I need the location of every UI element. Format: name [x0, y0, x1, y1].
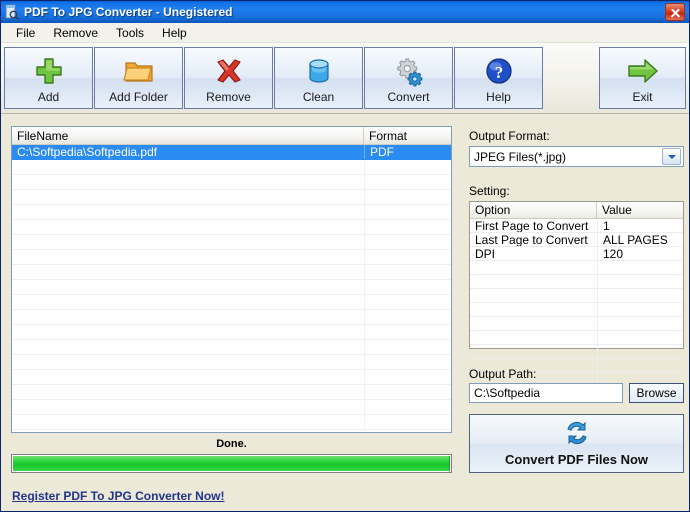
toolbar-button-label: Convert [387, 90, 429, 104]
green-plus-icon [33, 54, 65, 88]
toolbar-button-remove[interactable]: Remove [184, 47, 273, 109]
table-row-empty[interactable] [12, 340, 451, 355]
table-row-empty[interactable] [12, 280, 451, 295]
setting-option-cell: DPI [470, 247, 597, 260]
progress-bar-fill [13, 456, 450, 471]
orange-folder-icon [123, 54, 155, 88]
browse-button[interactable]: Browse [629, 383, 684, 403]
table-row-empty[interactable] [12, 295, 451, 310]
output-path-label: Output Path: [469, 367, 536, 381]
title-bar: PDF To JPG Converter - Unegistered [1, 1, 689, 23]
menu-item-file[interactable]: File [7, 24, 44, 42]
output-format-select[interactable]: JPEG Files(*.jpg) [469, 146, 684, 167]
blue-convert-arrows-icon [562, 420, 592, 451]
settings-row-empty [470, 289, 683, 303]
column-header-format[interactable]: Format [364, 127, 451, 144]
output-path-input[interactable] [469, 383, 623, 403]
settings-row[interactable]: DPI120 [470, 247, 683, 261]
settings-row-empty [470, 275, 683, 289]
toolbar-button-label: Exit [632, 90, 652, 104]
chevron-down-icon[interactable] [662, 148, 681, 165]
setting-option-cell: Last Page to Convert [470, 233, 597, 246]
convert-now-button[interactable]: Convert PDF Files Now [469, 414, 684, 473]
toolbar-button-help[interactable]: ? Help [454, 47, 543, 109]
file-format-cell: PDF [364, 145, 451, 159]
settings-row[interactable]: First Page to Convert1 [470, 219, 683, 233]
toolbar-button-clean[interactable]: Clean [274, 47, 363, 109]
setting-value-cell[interactable]: 120 [597, 247, 683, 260]
file-name-cell: C:\Softpedia\Softpedia.pdf [12, 145, 364, 159]
setting-option-cell: First Page to Convert [470, 219, 597, 232]
settings-row-empty [470, 303, 683, 317]
table-row-empty[interactable] [12, 415, 451, 430]
window-title: PDF To JPG Converter - Unegistered [24, 5, 665, 19]
setting-value-cell[interactable]: ALL PAGES [597, 233, 683, 246]
setting-value-cell[interactable]: 1 [597, 219, 683, 232]
table-row[interactable]: C:\Softpedia\Softpedia.pdfPDF [12, 145, 451, 160]
toolbar-button-label: Remove [206, 90, 251, 104]
file-list-body: C:\Softpedia\Softpedia.pdfPDF [12, 145, 451, 430]
table-row-empty[interactable] [12, 325, 451, 340]
table-row-empty[interactable] [12, 160, 451, 175]
file-list[interactable]: FileName Format C:\Softpedia\Softpedia.p… [11, 126, 452, 433]
toolbar-button-label: Help [486, 90, 511, 104]
settings-row-empty [470, 261, 683, 275]
toolbar-button-label: Add [38, 90, 59, 104]
table-row-empty[interactable] [12, 400, 451, 415]
menu-bar: File Remove Tools Help [1, 23, 689, 43]
table-row-empty[interactable] [12, 310, 451, 325]
table-row-empty[interactable] [12, 385, 451, 400]
progress-bar [11, 454, 452, 473]
settings-table-header: Option Value [470, 202, 683, 219]
pdf-document-icon [4, 4, 20, 20]
table-row-empty[interactable] [12, 355, 451, 370]
table-row-empty[interactable] [12, 250, 451, 265]
blue-question-icon: ? [483, 54, 515, 88]
output-format-value: JPEG Files(*.jpg) [470, 150, 662, 164]
output-format-label: Output Format: [469, 129, 550, 143]
settings-table-body: First Page to Convert1Last Page to Conve… [470, 219, 683, 387]
toolbar-button-add[interactable]: Add [4, 47, 93, 109]
toolbar-button-label: Clean [303, 90, 334, 104]
toolbar-button-label: Add Folder [109, 90, 168, 104]
menu-item-help[interactable]: Help [153, 24, 196, 42]
settings-row[interactable]: Last Page to ConvertALL PAGES [470, 233, 683, 247]
settings-row-empty [470, 331, 683, 345]
settings-row-empty [470, 317, 683, 331]
table-row-empty[interactable] [12, 235, 451, 250]
table-row-empty[interactable] [12, 190, 451, 205]
table-row-empty[interactable] [12, 175, 451, 190]
table-row-empty[interactable] [12, 265, 451, 280]
application-window: PDF To JPG Converter - Unegistered File … [0, 0, 690, 512]
blue-cylinder-icon [303, 54, 335, 88]
table-row-empty[interactable] [12, 205, 451, 220]
column-header-value[interactable]: Value [597, 202, 683, 218]
column-header-filename[interactable]: FileName [12, 127, 364, 144]
status-label: Done. [11, 438, 452, 450]
convert-now-label: Convert PDF Files Now [505, 452, 648, 467]
close-icon[interactable] [665, 3, 685, 21]
toolbar-button-convert[interactable]: Convert [364, 47, 453, 109]
toolbar-button-exit[interactable]: Exit [599, 47, 686, 109]
column-header-option[interactable]: Option [470, 202, 597, 218]
gears-icon [393, 54, 425, 88]
svg-text:?: ? [494, 63, 503, 82]
table-row-empty[interactable] [12, 220, 451, 235]
file-list-header: FileName Format [12, 127, 451, 145]
toolbar-button-add-folder[interactable]: Add Folder [94, 47, 183, 109]
table-row-empty[interactable] [12, 370, 451, 385]
toolbar: Add Add Folder Remove [1, 43, 689, 114]
menu-item-tools[interactable]: Tools [107, 24, 153, 42]
register-link[interactable]: Register PDF To JPG Converter Now! [12, 489, 224, 503]
green-arrow-right-icon [626, 54, 660, 88]
settings-table[interactable]: Option Value First Page to Convert1Last … [469, 201, 684, 349]
settings-row-empty [470, 345, 683, 359]
setting-label: Setting: [469, 184, 510, 198]
menu-item-remove[interactable]: Remove [44, 24, 107, 42]
red-x-icon [213, 54, 245, 88]
